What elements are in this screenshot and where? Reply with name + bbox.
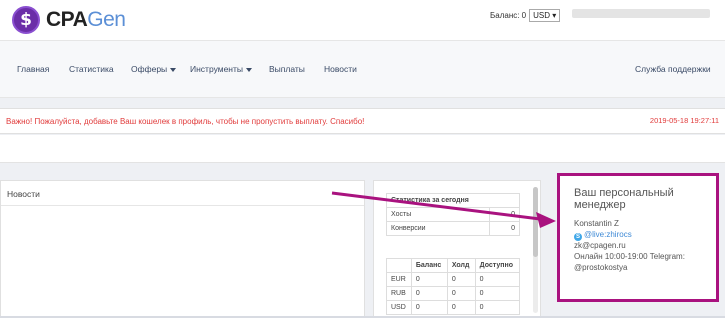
scrollbar-thumb[interactable] xyxy=(533,187,538,257)
alert-bar: Важно! Пожалуйста, добавьте Ваш кошелек … xyxy=(0,108,725,134)
stat-label: Хосты xyxy=(386,207,490,222)
user-email-blurred[interactable] xyxy=(572,9,710,18)
table-header-row: Баланс Холд Доступно xyxy=(386,258,521,273)
logo[interactable]: $ CPAGen xyxy=(12,6,126,34)
chevron-down-icon xyxy=(246,67,253,72)
dollar-icon: $ xyxy=(12,6,40,34)
logo-text-gen: Gen xyxy=(87,8,126,31)
column-header: Холд xyxy=(446,258,476,273)
manager-title: Ваш персональный менеджер xyxy=(574,187,674,211)
divider xyxy=(1,205,364,206)
blank-panel xyxy=(0,135,725,163)
table-cell: 0 xyxy=(410,300,448,315)
today-stats-title: Статистика за сегодня xyxy=(386,193,520,208)
nav-tools-label: Инструменты xyxy=(190,64,244,74)
alert-timestamp: 2019-05-18 19:27:11 xyxy=(649,116,719,125)
nav-tools[interactable]: Инструменты xyxy=(190,64,253,74)
nav-news[interactable]: Новости xyxy=(324,64,357,74)
table-row: Хосты 0 xyxy=(386,207,521,222)
top-bar: $ CPAGen Баланс: 0 USD ▾ xyxy=(0,0,725,40)
nav-offers-label: Офферы xyxy=(131,64,168,74)
column-header: Доступно xyxy=(474,258,521,273)
stat-label: Конверсии xyxy=(386,221,490,236)
table-row: Статистика за сегодня xyxy=(386,193,520,208)
balance-display: Баланс: 0 USD ▾ xyxy=(490,9,561,22)
main-nav: Главная Статистика Офферы Инструменты Вы… xyxy=(0,40,725,98)
manager-email[interactable]: zk@cpagen.ru xyxy=(574,241,626,250)
balance-table: Баланс Холд Доступно EUR 0 0 0 RUB 0 0 0… xyxy=(386,258,521,315)
table-cell: EUR xyxy=(386,272,412,287)
table-cell: 0 xyxy=(410,272,448,287)
table-cell: 0 xyxy=(474,300,521,315)
stat-value: 0 xyxy=(488,221,521,236)
table-row: USD 0 0 0 xyxy=(386,300,521,315)
table-cell: 0 xyxy=(474,286,521,301)
nav-home[interactable]: Главная xyxy=(17,64,49,74)
table-cell: 0 xyxy=(446,272,476,287)
scrollbar[interactable] xyxy=(533,187,538,313)
manager-skype[interactable]: S @live:zhirocs xyxy=(574,230,632,241)
manager-name: Konstantin Z xyxy=(574,219,619,228)
stat-value: 0 xyxy=(488,207,521,222)
table-row: EUR 0 0 0 xyxy=(386,272,521,287)
logo-text: CPAGen xyxy=(46,8,126,32)
alert-text: Важно! Пожалуйста, добавьте Ваш кошелек … xyxy=(6,117,365,126)
today-stats-table: Статистика за сегодня Хосты 0 Конверсии 0 xyxy=(386,193,521,236)
chevron-down-icon xyxy=(170,67,177,72)
balance-label: Баланс: 0 xyxy=(490,11,527,20)
nav-offers[interactable]: Офферы xyxy=(131,64,177,74)
manager-card: Ваш персональный менеджер Konstantin Z S… xyxy=(557,173,719,302)
nav-support[interactable]: Служба поддержки xyxy=(635,64,711,74)
table-cell: 0 xyxy=(410,286,448,301)
column-header: Баланс xyxy=(410,258,448,273)
table-row: Конверсии 0 xyxy=(386,221,521,236)
logo-text-cpa: CPA xyxy=(46,8,88,31)
nav-statistics[interactable]: Статистика xyxy=(69,64,114,74)
table-cell: 0 xyxy=(446,286,476,301)
table-cell: USD xyxy=(386,300,412,315)
nav-payouts[interactable]: Выплаты xyxy=(269,64,305,74)
table-cell: 0 xyxy=(446,300,476,315)
manager-hours: Онлайн 10:00-19:00 Telegram: xyxy=(574,252,685,261)
currency-select[interactable]: USD ▾ xyxy=(529,9,561,22)
table-cell: RUB xyxy=(386,286,412,301)
stats-panel: Статистика за сегодня Хосты 0 Конверсии 0 … xyxy=(373,180,541,318)
skype-icon: S xyxy=(574,233,582,241)
skype-handle[interactable]: @live:zhirocs xyxy=(584,230,632,239)
table-row: RUB 0 0 0 xyxy=(386,286,521,301)
column-header xyxy=(386,258,412,273)
table-cell: 0 xyxy=(474,272,521,287)
manager-telegram[interactable]: @prostokostya xyxy=(574,263,627,272)
news-title: Новости xyxy=(7,189,40,199)
news-panel: Новости xyxy=(0,180,365,318)
